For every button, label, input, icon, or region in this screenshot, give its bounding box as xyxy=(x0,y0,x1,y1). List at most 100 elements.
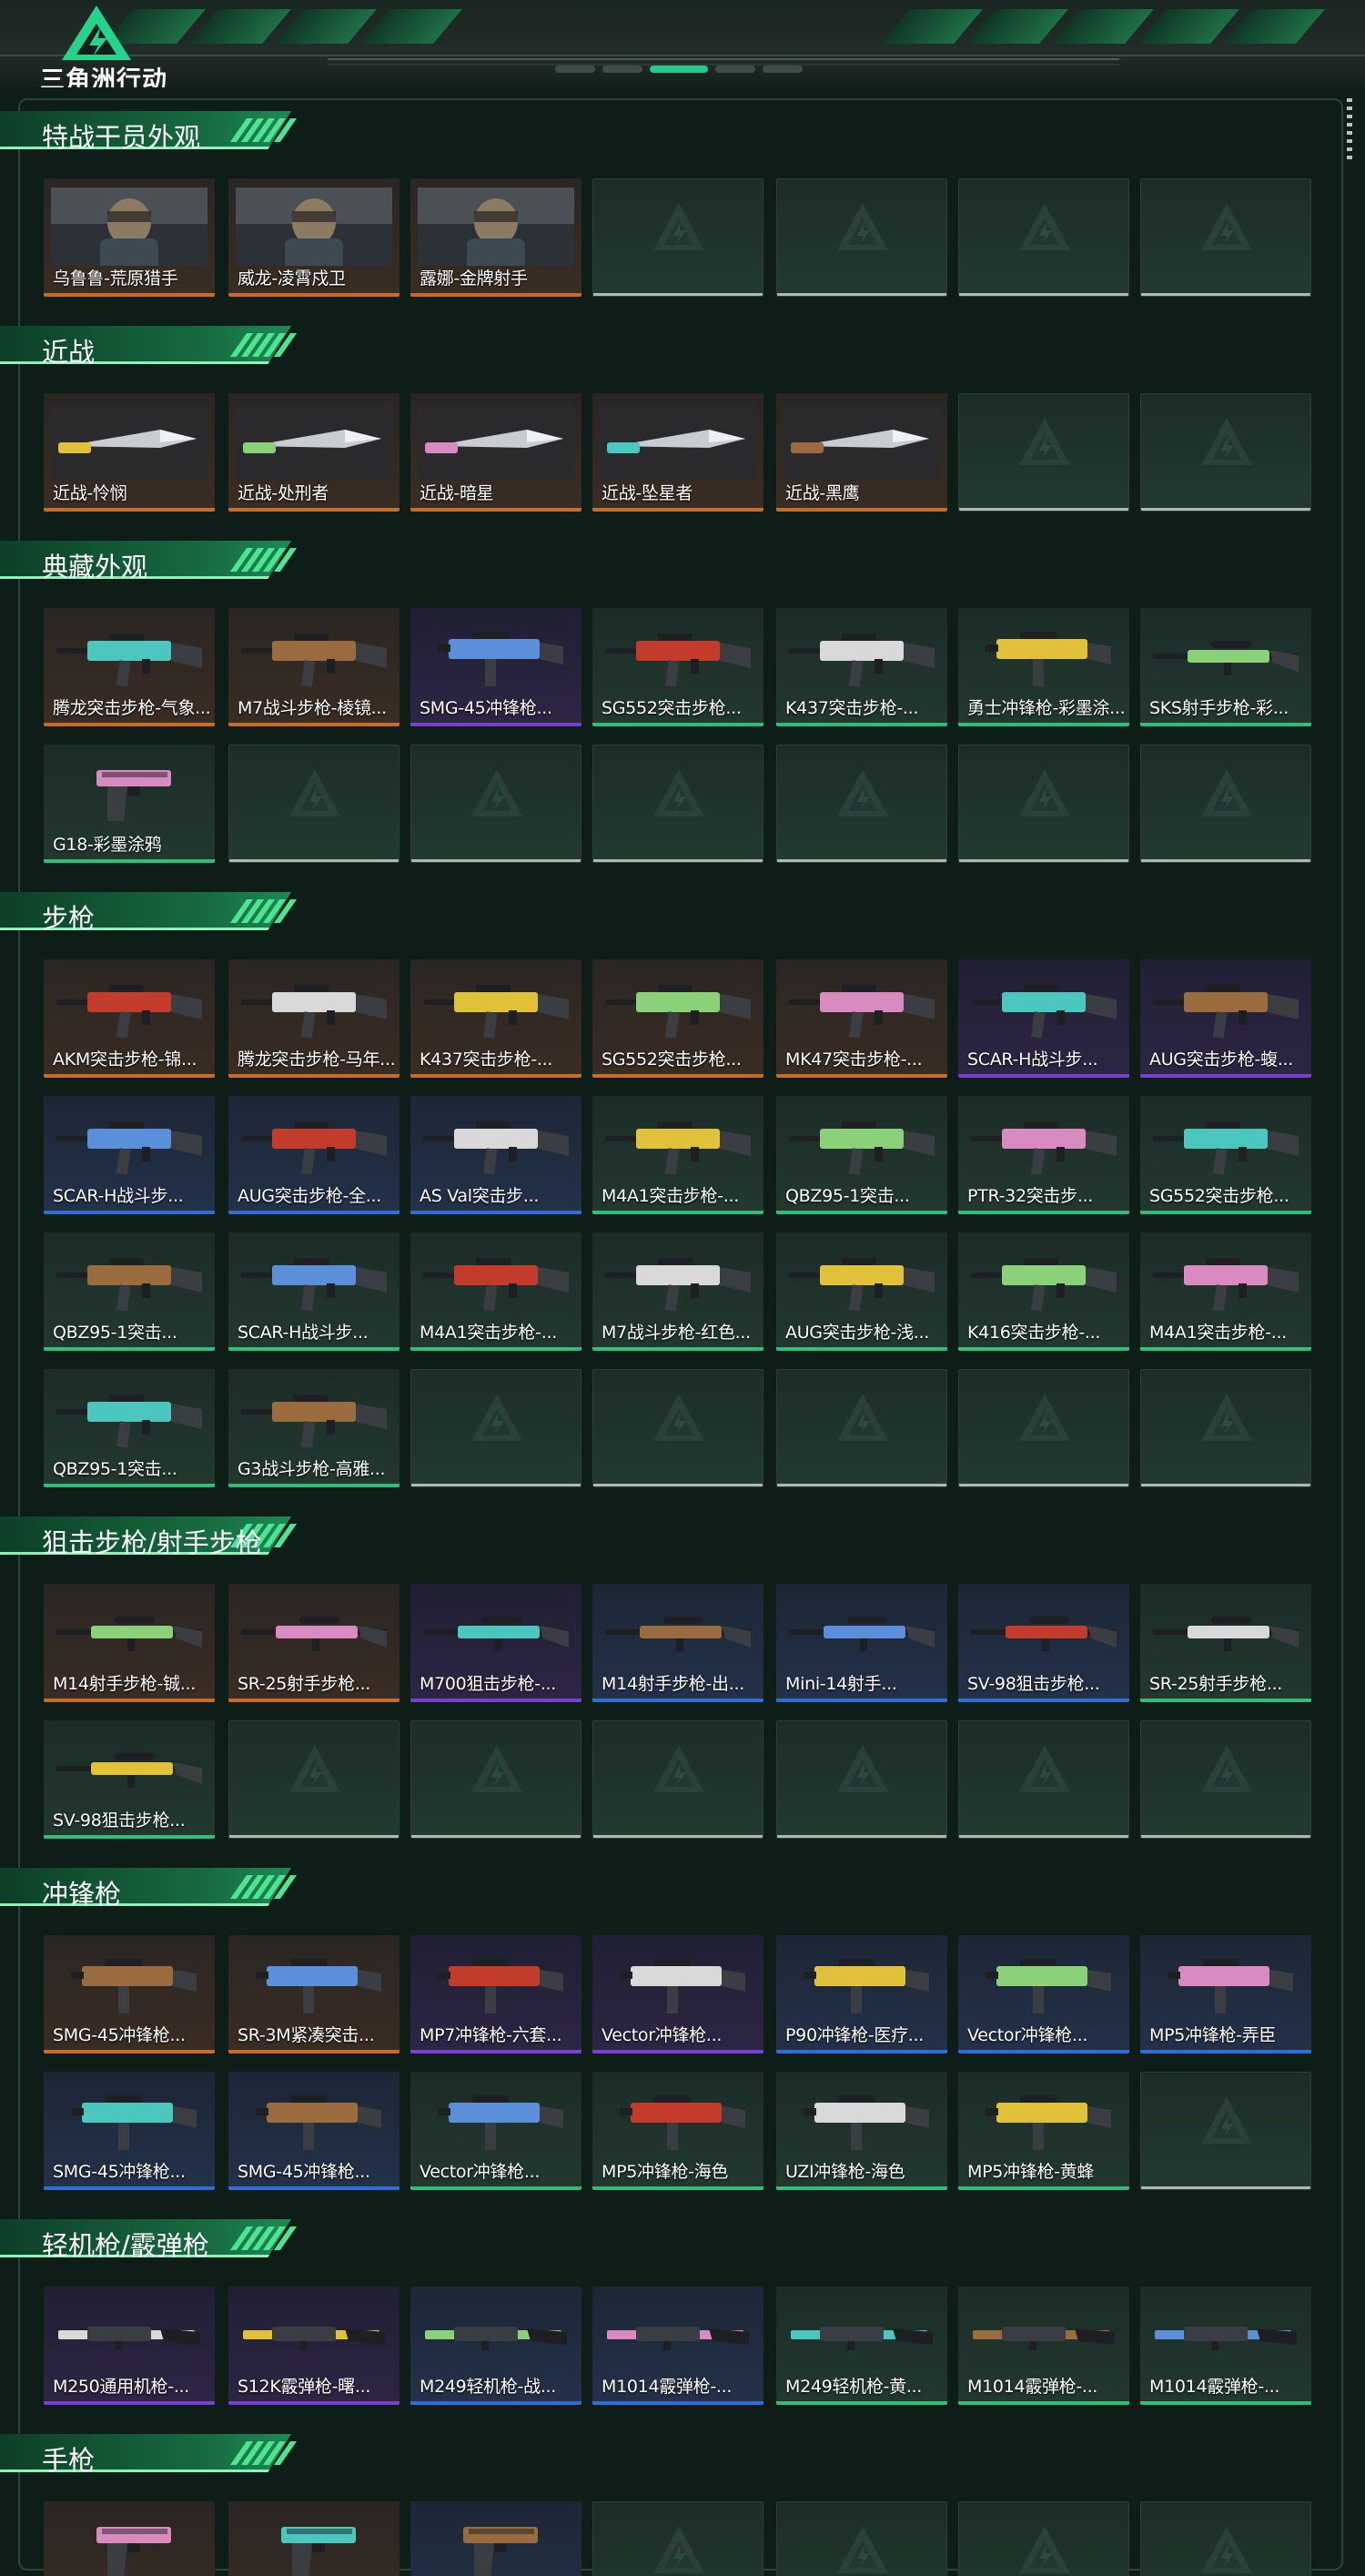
delta-watermark-icon xyxy=(1019,418,1070,465)
skin-card[interactable]: M4A1突击步枪-... xyxy=(1140,1232,1311,1351)
skin-card[interactable]: 乌鲁鲁-荒原猎手 xyxy=(44,178,215,297)
skin-card[interactable]: SR-25射手步枪... xyxy=(1140,1584,1311,1702)
skin-card[interactable]: SMG-45冲锋枪... xyxy=(228,2072,399,2190)
delta-watermark-icon xyxy=(837,769,888,816)
skin-name: SG552突击步枪... xyxy=(602,698,742,718)
skin-card[interactable]: M7战斗步枪-红色... xyxy=(592,1232,763,1351)
skin-card[interactable]: M14射手步枪-铖... xyxy=(44,1584,215,1702)
skin-card[interactable]: MP7冲锋枪-六套... xyxy=(410,1935,581,2054)
skin-card[interactable]: MK47突击步枪-... xyxy=(776,959,947,1078)
smg-image xyxy=(620,2095,745,2150)
skin-name: M14射手步枪-铖... xyxy=(53,1674,196,1694)
skin-card[interactable]: QBZ95-1突击... xyxy=(776,1096,947,1214)
skin-card[interactable]: G18-哈夫克航天 xyxy=(410,2501,581,2576)
rarity-bar xyxy=(228,1074,399,1078)
skin-card[interactable]: 威龙-凌霄戍卫 xyxy=(228,178,399,297)
skin-card[interactable]: MP5冲锋枪-海色 xyxy=(592,2072,763,2190)
skin-name: G3战斗步枪-高雅... xyxy=(238,1459,386,1479)
skin-card[interactable]: SCAR-H战斗步... xyxy=(228,1232,399,1351)
rifle-image xyxy=(971,1121,1117,1175)
skin-card[interactable]: 腾龙突击步枪-马年... xyxy=(228,959,399,1078)
rarity-bar xyxy=(592,1347,763,1351)
skin-card[interactable]: M249轻机枪-黄... xyxy=(776,2287,947,2405)
skin-card[interactable]: AS Val突击步... xyxy=(410,1096,581,1214)
skin-card[interactable]: SMG-45冲锋枪... xyxy=(410,608,581,726)
skin-name: Vector冲锋枪... xyxy=(602,2025,723,2045)
skin-card[interactable]: Vector冲锋枪... xyxy=(410,2072,581,2190)
rarity-bar xyxy=(776,1699,947,1702)
skin-card[interactable]: SV-98狙击步枪... xyxy=(44,1720,215,1839)
skin-name: UZI冲锋枪-海色 xyxy=(785,2162,905,2182)
skin-card[interactable]: K416突击步枪-... xyxy=(958,1232,1129,1351)
skin-card[interactable]: M1014霰弹枪-... xyxy=(1140,2287,1311,2405)
skin-card[interactable]: .357左轮-铖花 xyxy=(228,2501,399,2576)
skin-card[interactable]: QBZ95-1突击... xyxy=(44,1369,215,1487)
skin-card[interactable]: G3战斗步枪-高雅... xyxy=(228,1369,399,1487)
skin-card[interactable]: SMG-45冲锋枪... xyxy=(44,2072,215,2190)
skin-card[interactable]: SMG-45冲锋枪... xyxy=(44,1935,215,2054)
skin-card[interactable]: 近战-处刑者 xyxy=(228,393,399,512)
skin-card[interactable]: K437突击步枪-... xyxy=(776,608,947,726)
skin-card[interactable]: K437突击步枪-... xyxy=(410,959,581,1078)
skin-card[interactable]: Vector冲锋枪... xyxy=(592,1935,763,2054)
rarity-bar xyxy=(44,1211,215,1214)
skin-card[interactable]: M250通用机枪-... xyxy=(44,2287,215,2405)
skin-card[interactable]: M4A1突击步枪-... xyxy=(592,1096,763,1214)
empty-slot xyxy=(776,2501,947,2576)
skin-name: M1014霰弹枪-... xyxy=(1149,2377,1280,2397)
skin-card[interactable]: SG552突击步枪... xyxy=(592,959,763,1078)
skin-card[interactable]: AKM突击步枪-锦... xyxy=(44,959,215,1078)
skin-card[interactable]: M4A1突击步枪-... xyxy=(410,1232,581,1351)
skin-name: SV-98狙击步枪... xyxy=(53,1810,186,1831)
skin-card[interactable]: Vector冲锋枪... xyxy=(958,1935,1129,2054)
skin-card[interactable]: 近战-怜悯 xyxy=(44,393,215,512)
rarity-bar xyxy=(228,1211,399,1214)
skin-card[interactable]: QBZ95-1突击... xyxy=(44,1232,215,1351)
rarity-bar xyxy=(776,2186,947,2190)
scroll-indicator[interactable] xyxy=(1347,98,1352,162)
skin-name: K437突击步枪-... xyxy=(785,698,919,718)
skin-card[interactable]: Mini-14射手... xyxy=(776,1584,947,1702)
skin-card[interactable]: SR-3M紧凑突击... xyxy=(228,1935,399,2054)
skin-card[interactable]: PTR-32突击步... xyxy=(958,1096,1129,1214)
skin-card[interactable]: SKS射手步枪-彩... xyxy=(1140,608,1311,726)
skin-card[interactable]: G18-彩墨涂鸦 xyxy=(44,745,215,863)
skin-card[interactable]: 露娜-金牌射手 xyxy=(410,178,581,297)
skin-card[interactable]: SG552突击步枪... xyxy=(1140,1096,1311,1214)
skin-card[interactable]: 近战-暗星 xyxy=(410,393,581,512)
skin-card[interactable]: SCAR-H战斗步... xyxy=(958,959,1129,1078)
skin-name: 乌鲁鲁-荒原猎手 xyxy=(53,269,178,289)
skin-card[interactable]: 勇士冲锋枪-彩墨涂... xyxy=(958,608,1129,726)
skin-card[interactable]: M1014霰弹枪-... xyxy=(592,2287,763,2405)
skin-card[interactable]: SR-25射手步枪... xyxy=(228,1584,399,1702)
section-header: 步枪 xyxy=(0,888,300,934)
rifle-image xyxy=(789,634,935,687)
skin-card[interactable]: 近战-坠星者 xyxy=(592,393,763,512)
skin-card[interactable]: M700狙击步枪-... xyxy=(410,1584,581,1702)
skin-card[interactable]: AUG突击步枪-蝮... xyxy=(1140,959,1311,1078)
skin-card[interactable]: 腾龙突击步枪-气象... xyxy=(44,608,215,726)
skin-card[interactable]: AUG突击步枪-全... xyxy=(228,1096,399,1214)
skin-name: MK47突击步枪-... xyxy=(785,1050,923,1070)
skin-card[interactable]: SV-98狙击步枪... xyxy=(958,1584,1129,1702)
skin-name: G18-彩墨涂鸦 xyxy=(53,835,162,855)
skin-card[interactable]: S12K霰弹枪-曙... xyxy=(228,2287,399,2405)
rifle-image xyxy=(789,1121,935,1175)
skin-card[interactable]: MP5冲锋枪-弄臣 xyxy=(1140,1935,1311,2054)
skin-card[interactable]: 近战-黑鹰 xyxy=(776,393,947,512)
skin-card[interactable]: SG552突击步枪... xyxy=(592,608,763,726)
skin-card[interactable]: AUG突击步枪-浅... xyxy=(776,1232,947,1351)
rifle-image xyxy=(1153,985,1299,1039)
skin-card[interactable]: M1014霰弹枪-... xyxy=(958,2287,1129,2405)
skin-card[interactable]: UZI冲锋枪-海色 xyxy=(776,2072,947,2190)
skin-card[interactable]: M249轻机枪-战... xyxy=(410,2287,581,2405)
skin-card[interactable]: P90冲锋枪-医疗... xyxy=(776,1935,947,2054)
skin-card[interactable]: G18-马年祥瑞 xyxy=(44,2501,215,2576)
skin-card[interactable]: MP5冲锋枪-黄蜂 xyxy=(958,2072,1129,2190)
skin-card[interactable]: SCAR-H战斗步... xyxy=(44,1096,215,1214)
skin-card[interactable]: M14射手步枪-出... xyxy=(592,1584,763,1702)
slot-bar xyxy=(593,293,763,296)
slot-bar xyxy=(411,1835,581,1838)
skin-name: 腾龙突击步枪-马年... xyxy=(238,1050,396,1070)
skin-card[interactable]: M7战斗步枪-棱镜... xyxy=(228,608,399,726)
